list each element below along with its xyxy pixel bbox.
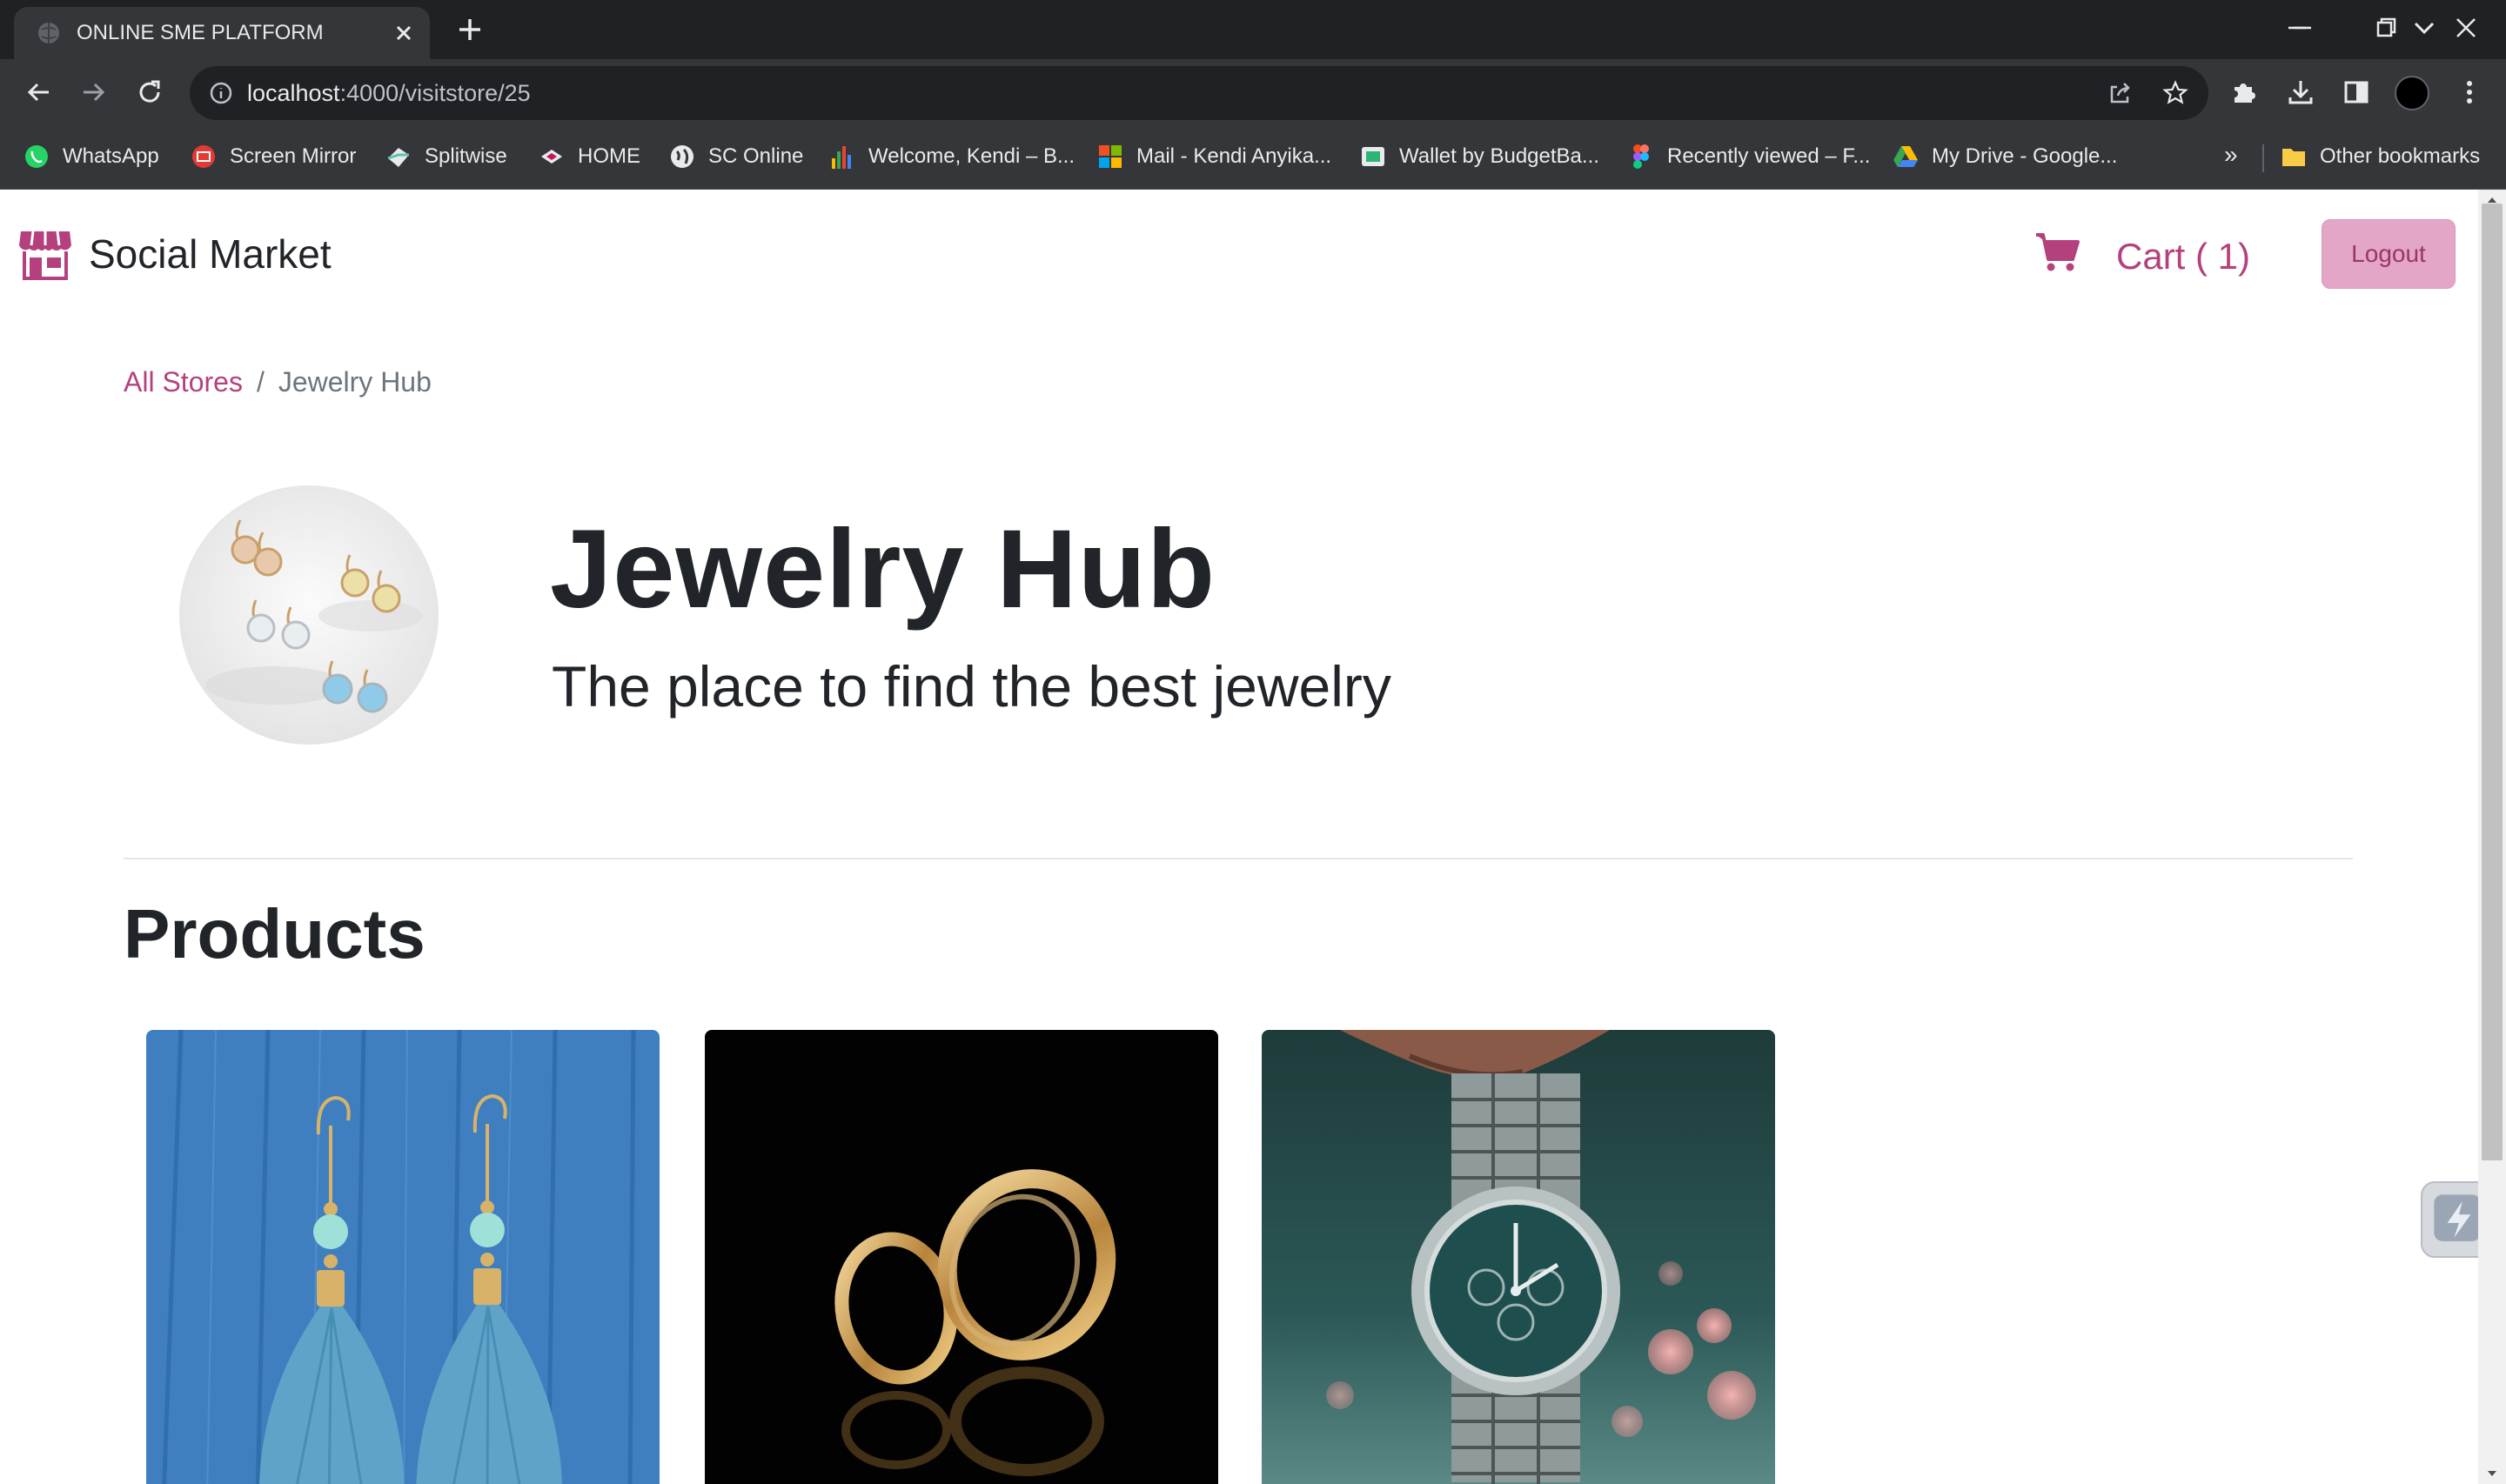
bookmark-label: WhatsApp [63, 144, 159, 168]
bookmark-sc-online[interactable]: SC Online [668, 141, 803, 172]
store-tagline: The place to find the best jewelry [552, 654, 1391, 719]
bookmark-splitwise[interactable]: Splitwise [385, 141, 507, 172]
bookmark-label: Welcome, Kendi – B... [868, 144, 1075, 168]
splitwise-icon [387, 148, 409, 167]
bookmark-label: Splitwise [425, 144, 507, 168]
window-restore-icon[interactable] [2369, 10, 2403, 45]
tab-title: ONLINE SME PLATFORM [77, 21, 324, 44]
url-host: localhost [247, 80, 340, 106]
browser-toolbar: localhost:4000/visitstore/25 [0, 59, 2506, 125]
tab-close-icon[interactable] [390, 19, 418, 47]
whatsapp-icon [25, 145, 48, 168]
breadcrumb-all-stores-link[interactable]: All Stores [124, 366, 243, 398]
browser-tab[interactable]: ONLINE SME PLATFORM [14, 7, 430, 59]
microsoft-icon [1099, 145, 1122, 168]
bookmarks-overflow-button[interactable]: » [2224, 141, 2238, 169]
profile-avatar[interactable] [2395, 76, 2429, 110]
site-navbar: Social Market Cart ( 1) Logout [0, 190, 2478, 320]
bookmark-label: Screen Mirror [230, 144, 357, 168]
bookmark-home[interactable]: HOME [538, 141, 640, 172]
kebab-menu-icon[interactable] [2454, 77, 2485, 108]
section-divider [124, 858, 2353, 859]
folder-icon [2282, 149, 2305, 166]
bookmark-wallet[interactable]: Wallet by BudgetBa... [1359, 141, 1599, 172]
reload-icon[interactable] [134, 77, 165, 108]
shopping-cart-icon[interactable] [2034, 231, 2080, 273]
blue-tassel-earrings-image [146, 1030, 660, 1484]
scroll-down-arrow-icon[interactable] [2485, 1467, 2499, 1481]
extensions-puzzle-icon[interactable] [2229, 77, 2261, 108]
bookmark-welcome-kendi[interactable]: Welcome, Kendi – B... [828, 141, 1075, 172]
brand-name[interactable]: Social Market [89, 228, 332, 280]
store-name: Jewelry Hub [550, 507, 1216, 632]
bookmark-screen-mirror[interactable]: Screen Mirror [190, 141, 356, 172]
google-drive-icon [1893, 146, 1918, 167]
bookmark-google-drive[interactable]: My Drive - Google... [1892, 141, 2117, 172]
wallet-icon [1362, 147, 1384, 166]
product-card[interactable] [705, 1030, 1218, 1484]
page-viewport: Social Market Cart ( 1) Logout All Store… [0, 190, 2506, 1484]
bookmark-label: SC Online [708, 144, 804, 168]
bookmark-figma[interactable]: Recently viewed – F... [1627, 141, 1870, 172]
new-tab-icon[interactable] [454, 14, 486, 45]
bookmarks-bar: WhatsApp Screen Mirror Splitwise HOME SC… [0, 125, 2506, 190]
page-scrollbar[interactable] [2478, 190, 2506, 1484]
download-icon[interactable] [2285, 77, 2316, 108]
window-minimize-icon[interactable] [2285, 10, 2320, 45]
cart-link[interactable]: Cart ( 1) [2116, 233, 2250, 280]
logout-button[interactable]: Logout [2322, 219, 2456, 289]
scrollbar-thumb[interactable] [2482, 204, 2503, 1160]
bookmark-label: Wallet by BudgetBa... [1399, 144, 1599, 168]
bookmark-label: HOME [578, 144, 640, 168]
site-info-icon[interactable] [207, 79, 235, 107]
bookmark-label: My Drive - Google... [1932, 144, 2118, 168]
home-bookmark-icon [541, 150, 562, 164]
screen-mirror-icon [192, 145, 215, 168]
bookmark-label: Other bookmarks [2320, 144, 2481, 168]
breadcrumb: All Stores / Jewelry Hub [124, 364, 432, 400]
silver-wristwatch-image [1262, 1030, 1775, 1484]
store-logo-image [179, 485, 439, 745]
bookmark-label: Recently viewed – F... [1667, 144, 1871, 168]
bookmark-mail[interactable]: Mail - Kendi Anyika... [1096, 141, 1331, 172]
breadcrumb-current: Jewelry Hub [278, 366, 432, 398]
side-panel-icon[interactable] [2341, 77, 2372, 108]
share-icon[interactable] [2106, 79, 2134, 107]
bar-chart-icon [832, 146, 851, 169]
address-url[interactable]: localhost:4000/visitstore/25 [247, 78, 531, 108]
bookmark-other[interactable]: Other bookmarks [2280, 141, 2480, 172]
bookmark-whatsapp[interactable]: WhatsApp [23, 141, 159, 172]
bookmarks-divider [2262, 144, 2264, 172]
figma-icon [1633, 144, 1649, 169]
bookmark-star-icon[interactable] [2161, 79, 2189, 107]
globe-icon [671, 145, 694, 168]
forward-arrow-icon[interactable] [78, 77, 110, 108]
product-card[interactable] [146, 1030, 660, 1484]
tab-search-chevron-icon[interactable] [2407, 10, 2442, 45]
window-close-icon[interactable] [2449, 10, 2483, 45]
products-heading: Products [124, 895, 425, 973]
globe-favicon-icon [38, 23, 59, 43]
storefront-icon[interactable] [17, 228, 73, 280]
gold-hoop-earrings-image [705, 1030, 1218, 1484]
breadcrumb-separator: / [256, 366, 265, 398]
url-path: :4000/visitstore/25 [339, 80, 531, 106]
product-card[interactable] [1262, 1030, 1775, 1484]
bookmark-label: Mail - Kendi Anyika... [1136, 144, 1332, 168]
browser-tabstrip: ONLINE SME PLATFORM [0, 0, 2506, 59]
address-bar[interactable]: localhost:4000/visitstore/25 [190, 66, 2208, 120]
back-arrow-icon[interactable] [23, 77, 54, 108]
